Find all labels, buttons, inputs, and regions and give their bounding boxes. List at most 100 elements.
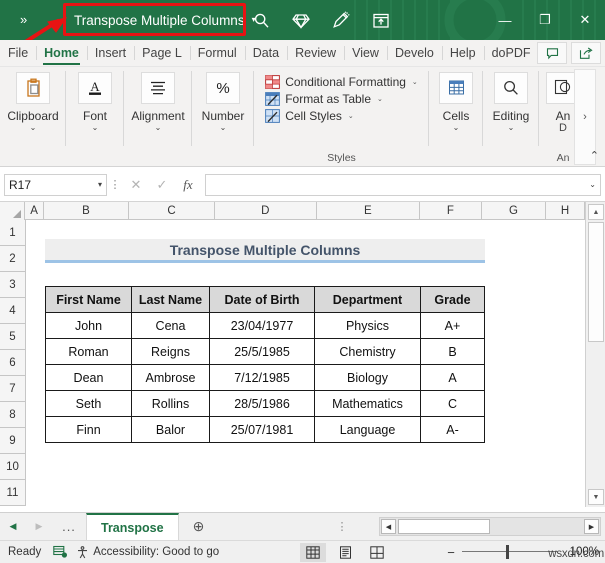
cell-grade[interactable]: B [420,338,485,365]
cancel-formula-button[interactable]: ✕ [123,174,149,196]
chevron-down-icon[interactable]: ⌄ [453,124,460,132]
column-header-d[interactable]: D [215,202,317,220]
collapse-ribbon-button[interactable]: ⌃ [590,149,599,162]
column-header-b[interactable]: B [44,202,130,220]
cell-dob[interactable]: 23/04/1977 [209,312,315,339]
chevron-down-icon[interactable]: ▾ [98,180,102,189]
row-header-10[interactable]: 10 [0,454,26,480]
tab-formulas[interactable]: Formul [189,40,245,66]
chevron-down-icon[interactable]: ⌄ [220,124,227,132]
row-header-3[interactable]: 3 [0,272,26,298]
cell-last-name[interactable]: Rollins [131,390,210,417]
cell-grade[interactable]: A [420,364,485,391]
tab-view[interactable]: View [344,40,387,66]
tab-dopdf[interactable]: doPDF [483,40,539,66]
tab-review[interactable]: Review [287,40,344,66]
cell-first-name[interactable]: Dean [45,364,132,391]
number-button[interactable]: % Number ⌄ [192,67,254,132]
cell-first-name[interactable]: Seth [45,390,132,417]
next-sheet-button[interactable]: ▶ [26,514,52,540]
ribbon-display-icon[interactable] [370,9,392,31]
enter-formula-button[interactable]: ✓ [149,174,175,196]
select-all-button[interactable] [0,202,26,220]
normal-view-button[interactable] [300,542,326,562]
cell-dob[interactable]: 25/07/1981 [209,416,315,443]
cell-department[interactable]: Chemistry [314,338,421,365]
horizontal-scrollbar[interactable]: ◀ ▶ [379,517,601,536]
record-macro-icon[interactable] [53,545,68,559]
formula-input[interactable]: ⌄ [205,173,601,196]
formula-bar-menu-icon[interactable]: ⋮ [107,178,123,191]
format-as-table-button[interactable]: Format as Table ⌄ [265,92,418,106]
row-header-9[interactable]: 9 [0,428,26,454]
cell-department[interactable]: Physics [314,312,421,339]
page-layout-view-button[interactable] [332,543,358,562]
horizontal-scroll-thumb[interactable] [398,519,490,534]
insert-function-button[interactable]: fx [175,174,201,196]
comments-button[interactable] [537,42,567,64]
cell-last-name[interactable]: Ambrose [131,364,210,391]
cell-first-name[interactable]: Roman [45,338,132,365]
scroll-down-button[interactable]: ▼ [588,489,604,505]
accessibility-status[interactable]: Accessibility: Good to go [76,545,219,559]
row-header-8[interactable]: 8 [0,402,26,428]
pen-icon[interactable] [330,9,352,31]
tab-page-layout[interactable]: Page L [134,40,190,66]
cell-department[interactable]: Language [314,416,421,443]
maximize-button[interactable]: ❐ [525,0,565,40]
row-header-7[interactable]: 7 [0,376,26,402]
vertical-scrollbar[interactable]: ▲ ▼ [585,202,605,507]
minimize-button[interactable]: — [485,0,525,40]
add-sheet-button[interactable]: ⊕ [179,514,219,540]
cell-last-name[interactable]: Reigns [131,338,210,365]
column-header-g[interactable]: G [482,202,547,220]
cell-department[interactable]: Mathematics [314,390,421,417]
scroll-left-button[interactable]: ◀ [381,519,396,534]
table-header-first-name[interactable]: First Name [45,286,132,313]
zoom-slider[interactable] [462,545,557,559]
cell-grade[interactable]: A+ [420,312,485,339]
scroll-right-button[interactable]: ▶ [584,519,599,534]
column-header-h[interactable]: H [546,202,585,220]
row-header-11[interactable]: 11 [0,480,26,506]
column-header-a[interactable]: A [25,202,44,220]
cell-grade[interactable]: A- [420,416,485,443]
diamond-icon[interactable] [290,9,312,31]
conditional-formatting-button[interactable]: Conditional Formatting ⌄ [265,75,418,89]
row-header-5[interactable]: 5 [0,324,26,350]
table-header-date-of-birth[interactable]: Date of Birth [209,286,315,313]
row-header-2[interactable]: 2 [0,246,26,272]
cell-area[interactable]: Transpose Multiple Columns First Name La… [26,220,585,507]
cell-dob[interactable]: 25/5/1985 [209,338,315,365]
table-header-last-name[interactable]: Last Name [131,286,210,313]
row-header-6[interactable]: 6 [0,350,26,376]
vertical-scroll-thumb[interactable] [588,222,604,342]
cell-last-name[interactable]: Cena [131,312,210,339]
document-title-button[interactable]: Transpose Multiple Columns ▾ [66,6,266,34]
clipboard-button[interactable]: Clipboard ⌄ [0,67,66,132]
close-button[interactable]: ✕ [565,0,605,40]
column-header-c[interactable]: C [129,202,215,220]
chevron-down-icon[interactable]: ⌄ [348,112,354,120]
table-header-department[interactable]: Department [314,286,421,313]
cell-last-name[interactable]: Balor [131,416,210,443]
font-button[interactable]: A Font ⌄ [66,67,124,132]
expand-formula-bar-icon[interactable]: ⌄ [589,180,596,189]
all-sheets-button[interactable]: ... [52,519,86,534]
chevron-down-icon[interactable]: ⌄ [377,95,383,103]
cell-first-name[interactable]: John [45,312,132,339]
scroll-up-button[interactable]: ▲ [588,204,604,220]
editing-button[interactable]: Editing ⌄ [483,67,539,132]
tab-insert[interactable]: Insert [86,40,134,66]
cell-department[interactable]: Biology [314,364,421,391]
chevron-down-icon[interactable]: ⌄ [92,124,99,132]
cell-dob[interactable]: 7/12/1985 [209,364,315,391]
share-button[interactable] [571,42,601,64]
chevron-down-icon[interactable]: ⌄ [508,124,515,132]
cell-dob[interactable]: 28/5/1986 [209,390,315,417]
column-header-e[interactable]: E [317,202,420,220]
cell-grade[interactable]: C [420,390,485,417]
row-header-4[interactable]: 4 [0,298,26,324]
cell-styles-button[interactable]: Cell Styles ⌄ [265,109,418,123]
previous-sheet-button[interactable]: ◀ [0,514,26,540]
